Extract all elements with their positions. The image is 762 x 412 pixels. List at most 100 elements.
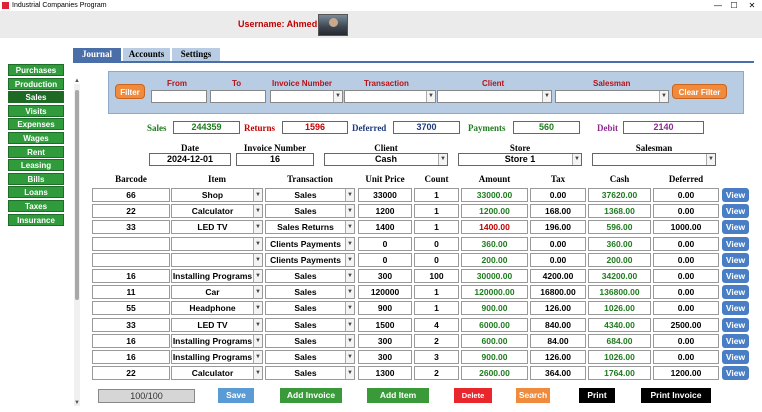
filter-button[interactable]: Filter [115, 84, 145, 99]
cell-deferred[interactable]: 0.00 [653, 188, 719, 202]
cell-deferred[interactable]: 0.00 [653, 204, 719, 219]
cell-transaction[interactable]: Sales Returns ▼ [265, 220, 355, 235]
delete-button[interactable]: Delete [454, 388, 492, 403]
cell-cash[interactable]: 1026.00 [588, 301, 651, 316]
from-date-input[interactable] [151, 90, 207, 103]
cell-deferred[interactable]: 0.00 [653, 285, 719, 300]
cell-amount[interactable]: 6000.00 [461, 317, 528, 332]
cell-cash[interactable]: 360.00 [588, 236, 651, 251]
sidebar-item-taxes[interactable]: Taxes [8, 199, 64, 212]
sidebar-item-bills[interactable]: Bills [8, 172, 64, 185]
cell-amount[interactable]: 120000.00 [461, 285, 528, 300]
cell-count[interactable]: 2 [414, 366, 459, 381]
add-invoice-button[interactable]: Add Invoice [280, 388, 342, 403]
cell-unit-price[interactable]: 120000 [358, 285, 412, 300]
cell-count[interactable]: 3 [414, 350, 459, 364]
maximize-button[interactable]: ☐ [728, 0, 740, 11]
sidebar-item-production[interactable]: Production [8, 77, 64, 90]
cell-item[interactable]: Shop ▼ [171, 188, 263, 202]
cell-cash[interactable]: 596.00 [588, 220, 651, 235]
cell-cash[interactable]: 1368.00 [588, 204, 651, 219]
cell-amount[interactable]: 2600.00 [461, 366, 528, 381]
cell-transaction[interactable]: Sales ▼ [265, 269, 355, 283]
cell-tax[interactable]: 126.00 [530, 350, 586, 364]
cell-tax[interactable]: 4200.00 [530, 269, 586, 283]
cell-deferred[interactable]: 0.00 [653, 333, 719, 348]
cell-count[interactable]: 4 [414, 317, 459, 332]
cell-tax[interactable]: 364.00 [530, 366, 586, 381]
cell-transaction[interactable]: Sales ▼ [265, 204, 355, 219]
cell-cash[interactable]: 34200.00 [588, 269, 651, 283]
cell-barcode[interactable] [92, 252, 170, 267]
sidebar-item-sales[interactable]: Sales [8, 91, 64, 104]
cell-unit-price[interactable]: 300 [358, 350, 412, 364]
cell-amount[interactable]: 33000.00 [461, 188, 528, 202]
cell-amount[interactable]: 1200.00 [461, 204, 528, 219]
view-button[interactable]: View [722, 220, 749, 235]
cell-item[interactable]: LED TV ▼ [171, 220, 263, 235]
print-button[interactable]: Print [579, 388, 615, 403]
view-button[interactable]: View [722, 317, 749, 332]
cell-amount[interactable]: 30000.00 [461, 269, 528, 283]
sidebar-item-rent[interactable]: Rent [8, 145, 64, 158]
cell-cash[interactable]: 1764.00 [588, 366, 651, 381]
to-date-input[interactable] [210, 90, 266, 103]
transaction-select[interactable]: ▼ [344, 90, 436, 103]
cell-count[interactable]: 0 [414, 252, 459, 267]
cell-item[interactable]: Installing Programs ▼ [171, 269, 263, 283]
cell-count[interactable]: 1 [414, 301, 459, 316]
cell-count[interactable]: 1 [414, 220, 459, 235]
cell-cash[interactable]: 37620.00 [588, 188, 651, 202]
cell-transaction[interactable]: Clients Payments ▼ [265, 236, 355, 251]
cell-tax[interactable]: 0.00 [530, 188, 586, 202]
cell-unit-price[interactable]: 300 [358, 269, 412, 283]
cell-unit-price[interactable]: 300 [358, 333, 412, 348]
cell-deferred[interactable]: 0.00 [653, 236, 719, 251]
cell-unit-price[interactable]: 0 [358, 236, 412, 251]
sidebar-item-purchases[interactable]: Purchases [8, 64, 64, 76]
cell-item[interactable]: Headphone ▼ [171, 301, 263, 316]
cell-count[interactable]: 0 [414, 236, 459, 251]
cell-deferred[interactable]: 0.00 [653, 269, 719, 283]
cell-item[interactable]: Car ▼ [171, 285, 263, 300]
cell-transaction[interactable]: Sales ▼ [265, 317, 355, 332]
scroll-up-icon[interactable]: ▲ [74, 78, 80, 84]
cell-item[interactable]: Installing Programs ▼ [171, 333, 263, 348]
view-button[interactable]: View [722, 252, 749, 267]
sidebar-item-wages[interactable]: Wages [8, 131, 64, 144]
cell-unit-price[interactable]: 1200 [358, 204, 412, 219]
client-select[interactable]: ▼ [437, 90, 552, 103]
cell-unit-price[interactable]: 33000 [358, 188, 412, 202]
cell-amount[interactable]: 360.00 [461, 236, 528, 251]
date-input[interactable]: 2024-12-01 [149, 153, 231, 166]
view-button[interactable]: View [722, 366, 749, 381]
cell-transaction[interactable]: Sales ▼ [265, 350, 355, 364]
client-select[interactable]: Cash ▼ [324, 153, 448, 166]
view-button[interactable]: View [722, 236, 749, 251]
cell-cash[interactable]: 136800.00 [588, 285, 651, 300]
cell-transaction[interactable]: Sales ▼ [265, 285, 355, 300]
close-button[interactable]: ✕ [746, 0, 758, 11]
sidebar-item-expenses[interactable]: Expenses [8, 118, 64, 131]
cell-amount[interactable]: 200.00 [461, 252, 528, 267]
cell-deferred[interactable]: 2500.00 [653, 317, 719, 332]
cell-tax[interactable]: 840.00 [530, 317, 586, 332]
cell-tax[interactable]: 0.00 [530, 236, 586, 251]
cell-cash[interactable]: 684.00 [588, 333, 651, 348]
save-button[interactable]: Save [218, 388, 254, 403]
salesman-select[interactable]: ▼ [555, 90, 669, 103]
view-button[interactable]: View [722, 204, 749, 219]
cell-tax[interactable]: 0.00 [530, 252, 586, 267]
cell-count[interactable]: 1 [414, 204, 459, 219]
cell-count[interactable]: 1 [414, 188, 459, 202]
cell-deferred[interactable]: 0.00 [653, 301, 719, 316]
view-button[interactable]: View [722, 301, 749, 316]
cell-barcode[interactable]: 16 [92, 350, 170, 364]
cell-deferred[interactable]: 1200.00 [653, 366, 719, 381]
cell-barcode[interactable]: 16 [92, 333, 170, 348]
tab-settings[interactable]: Settings [172, 48, 220, 61]
tab-accounts[interactable]: Accounts [123, 48, 170, 61]
cell-barcode[interactable]: 22 [92, 366, 170, 381]
cell-deferred[interactable]: 0.00 [653, 252, 719, 267]
cell-unit-price[interactable]: 1400 [358, 220, 412, 235]
